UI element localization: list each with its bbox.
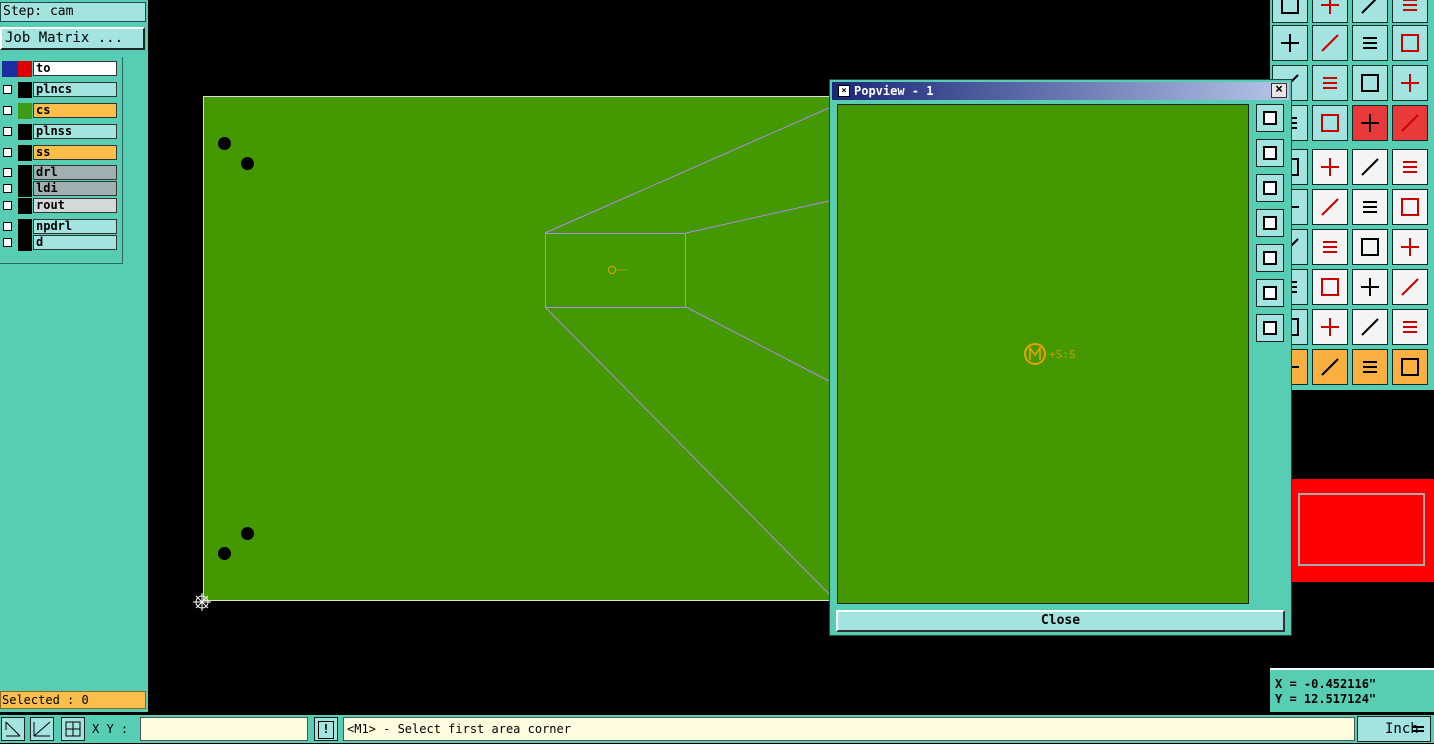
minus-icon[interactable]: [1312, 269, 1348, 305]
pan-right-icon[interactable]: [1312, 25, 1348, 61]
measure-icon[interactable]: [30, 717, 54, 741]
grid-icon[interactable]: [61, 717, 85, 741]
snap-icon[interactable]: [1, 717, 25, 741]
coordinate-readout: X = -0.452116" Y = 12.517124": [1270, 668, 1434, 712]
scale-icon[interactable]: [1352, 65, 1388, 101]
tool-palette: [1270, 0, 1434, 390]
side-view-outline: [1298, 493, 1425, 566]
window-icon[interactable]: [1392, 0, 1428, 23]
polygon-add-icon[interactable]: [1312, 309, 1348, 345]
xy-label: X Y :: [92, 722, 129, 736]
measure-icon[interactable]: [1352, 269, 1388, 305]
save-icon[interactable]: [1352, 0, 1388, 23]
zoom-center-icon[interactable]: [1312, 65, 1348, 101]
pan-left-icon[interactable]: [1256, 209, 1284, 237]
open-icon[interactable]: [1272, 0, 1308, 23]
net-icon[interactable]: [1352, 105, 1388, 141]
popview-window-icon: ×: [838, 85, 850, 97]
select-icon[interactable]: [1312, 149, 1348, 185]
warning-icon[interactable]: !: [314, 717, 338, 741]
undo-icon[interactable]: [1352, 25, 1388, 61]
close-icon[interactable]: ×: [1271, 83, 1287, 98]
popview-canvas[interactable]: +S:S: [837, 104, 1249, 604]
line-red-icon[interactable]: [1352, 189, 1388, 225]
origin-crosshair-icon: [193, 593, 211, 611]
zoom-out-icon[interactable]: [1256, 174, 1284, 202]
help-icon[interactable]: [1392, 65, 1428, 101]
route-cursor-icon[interactable]: [1392, 349, 1428, 385]
cursor-area-icon[interactable]: [1352, 349, 1388, 385]
shapes-icon[interactable]: [1392, 269, 1428, 305]
split-icon[interactable]: [1392, 229, 1428, 265]
close-button[interactable]: Close: [836, 610, 1285, 632]
zoom-line: [685, 200, 830, 234]
zoom-line: [544, 306, 830, 595]
xy-input[interactable]: [140, 717, 308, 741]
zoom-line: [544, 107, 830, 234]
net-compare-icon[interactable]: [1392, 105, 1428, 141]
zoom-in-icon[interactable]: [1256, 139, 1284, 167]
popview-title: Popview - 1: [854, 84, 934, 98]
unit-selector[interactable]: Inch: [1357, 716, 1431, 742]
zoom-line: [685, 306, 830, 382]
pad-icon[interactable]: [1392, 149, 1428, 185]
board-feature-marker: [608, 266, 628, 274]
cursor-select-icon[interactable]: [1312, 349, 1348, 385]
outline-cut-icon[interactable]: [1392, 309, 1428, 345]
ruler-icon[interactable]: [1352, 149, 1388, 185]
redo-icon[interactable]: [1392, 25, 1428, 61]
svg-text:+S:S: +S:S: [1049, 348, 1076, 361]
download-icon[interactable]: [1312, 0, 1348, 23]
outline-icon[interactable]: [1352, 309, 1388, 345]
x-coordinate: X = -0.452116": [1275, 677, 1377, 691]
popview-feature: +S:S: [1024, 343, 1076, 365]
status-message: <M1> - Select first area corner: [343, 717, 1355, 741]
cross-icon[interactable]: [1312, 189, 1348, 225]
zoom-window-icon[interactable]: [1256, 104, 1284, 132]
line-blue-icon[interactable]: [1392, 189, 1428, 225]
zoom-fit-icon[interactable]: [1256, 279, 1284, 307]
pan-right-icon[interactable]: [1256, 244, 1284, 272]
popview-dialog: × Popview - 1 × +S:S Close: [829, 79, 1292, 636]
dropdown-icon: [1413, 726, 1424, 732]
grid-icon[interactable]: [1312, 105, 1348, 141]
arc-icon[interactable]: [1352, 229, 1388, 265]
center-icon[interactable]: [1256, 314, 1284, 342]
pan-left-icon[interactable]: [1272, 25, 1308, 61]
popview-titlebar[interactable]: × Popview - 1 ×: [832, 82, 1289, 100]
y-coordinate: Y = 12.517124": [1275, 692, 1377, 706]
slash-icon[interactable]: [1312, 229, 1348, 265]
